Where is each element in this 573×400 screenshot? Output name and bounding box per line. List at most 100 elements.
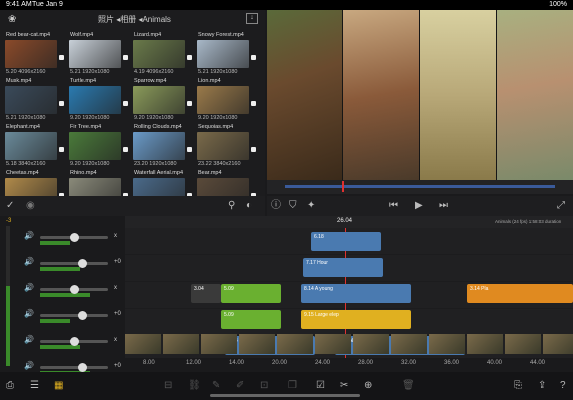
clip-thumbnail [197, 178, 249, 196]
speaker-icon[interactable]: 🔊 [24, 284, 34, 292]
checkmark-icon[interactable]: ✓ [6, 201, 14, 211]
clip-checkbox[interactable] [187, 147, 192, 152]
clip-checkbox[interactable] [123, 147, 128, 152]
skip-back-icon[interactable]: ⏮ [389, 201, 398, 211]
clip-tile[interactable]: Lizard.mp4 4.19 4096x2160 [132, 32, 194, 78]
trash-icon[interactable]: 🗑 [402, 381, 415, 391]
volume-slider[interactable] [40, 262, 108, 265]
clip-checkbox[interactable] [59, 55, 64, 60]
clip-tile[interactable]: Musk.mp4 5.21 1920x1080 [4, 78, 66, 124]
timeline-clip[interactable]: 5.09 [221, 284, 281, 303]
clip-tile[interactable]: Bear.mp4 [196, 170, 258, 196]
volume-slider[interactable] [40, 366, 108, 369]
media-browser: ❀ 照片 ◂相册 ◂Animals ↓ Red bear-cat.mp4 5.20… [0, 10, 265, 196]
speaker-icon[interactable]: 🔊 [24, 232, 34, 240]
pencil-icon[interactable]: ✐ [236, 381, 244, 391]
grid-icon[interactable]: ▦ [54, 381, 63, 391]
clip-checkbox[interactable] [59, 147, 64, 152]
filmstrip-frame [543, 334, 573, 354]
breadcrumb[interactable]: 照片 ◂相册 ◂Animals [98, 14, 171, 25]
play-icon[interactable]: ▶ [415, 201, 423, 211]
share-icon[interactable]: ⇪ [538, 381, 546, 391]
track-level: +0 [114, 311, 121, 317]
import-icon[interactable]: ↓ [246, 13, 258, 24]
speaker-icon[interactable]: 🔊 [24, 362, 34, 370]
volume-knob[interactable] [70, 233, 79, 242]
fullscreen-icon[interactable]: ⤢ [557, 201, 565, 211]
copy-icon[interactable]: ❐ [288, 381, 297, 391]
clip-checkbox[interactable] [123, 55, 128, 60]
checkbox-icon[interactable]: ☑ [316, 381, 325, 391]
viewer-panel-lynx [497, 10, 573, 180]
volume-knob[interactable] [70, 337, 79, 346]
volume-slider[interactable] [40, 314, 108, 317]
clip-tile[interactable]: Rolling Clouds.mp4 23.20 1920x1080 [132, 124, 194, 170]
timeline-clip[interactable]: 5.09 [221, 310, 281, 329]
volume-knob[interactable] [70, 285, 79, 294]
clip-tile[interactable]: Lion.mp4 9.20 1920x1080 [196, 78, 258, 124]
clip-tile[interactable]: Turtle.mp4 9.20 1920x1080 [68, 78, 130, 124]
pen-icon[interactable]: ✎ [212, 381, 220, 391]
clip-name: Red bear-cat.mp4 [6, 32, 51, 38]
clip-name: Elephant.mp4 [6, 124, 40, 130]
volume-knob[interactable] [78, 363, 87, 372]
clip-checkbox[interactable] [123, 101, 128, 106]
timeline-clip[interactable]: 8.14 A young [301, 284, 411, 303]
timeline-ruler[interactable]: 26.04 Animals (24 fps) 1:58:03 duration [125, 216, 573, 228]
clip-name: Snowy Forest.mp4 [198, 32, 244, 38]
scissors-icon[interactable]: ✂ [340, 381, 348, 391]
clip-thumbnail [5, 40, 57, 68]
clip-tile[interactable]: Fir Tree.mp4 9.20 1920x1080 [68, 124, 130, 170]
camera-icon[interactable]: ⊡ [260, 381, 268, 391]
track-level: +0 [114, 259, 121, 265]
list-icon[interactable]: ☰ [30, 381, 39, 391]
playhead-marker[interactable] [342, 181, 344, 192]
clip-checkbox[interactable] [251, 55, 256, 60]
clip-thumbnail [5, 132, 57, 160]
browser-header: ❀ 照片 ◂相册 ◂Animals ↓ [0, 10, 265, 30]
clip-tile[interactable]: Snowy Forest.mp4 5.21 1920x1080 [196, 32, 258, 78]
settings-icon[interactable]: ❀ [8, 14, 16, 25]
clip-tile[interactable]: Elephant.mp4 5.18 3840x2160 [4, 124, 66, 170]
clip-tile[interactable]: Cheetas.mp4 [4, 170, 66, 196]
add-marker-icon[interactable]: ✦ [307, 201, 315, 211]
clip-tile[interactable]: Wolf.mp4 5.21 1920x1080 [68, 32, 130, 78]
timeline-clip[interactable]: 7.17 Hour [303, 258, 383, 277]
skip-forward-icon[interactable]: ⏭ [439, 201, 448, 211]
clip-checkbox[interactable] [187, 55, 192, 60]
shield-icon[interactable]: ⛉ [289, 201, 297, 211]
export-icon[interactable]: ⎙ [6, 381, 14, 391]
status-bar: 9:41 AM Tue Jan 9 100% [0, 0, 573, 10]
volume-knob[interactable] [78, 259, 87, 268]
clip-checkbox[interactable] [59, 101, 64, 106]
volume-knob[interactable] [78, 311, 87, 320]
viewer-panel-bird [420, 10, 496, 180]
timeline-clip[interactable]: 6.18 [311, 232, 381, 251]
info-icon[interactable]: ⓘ [271, 201, 281, 211]
help-icon[interactable]: ? [560, 381, 566, 391]
clip-tile[interactable]: Sparrow.mp4 9.20 1920x1080 [132, 78, 194, 124]
timeline-clip[interactable]: 9.15 Large elep [301, 310, 411, 329]
clip-tile[interactable]: Rhino.mp4 [68, 170, 130, 196]
scrub-bar[interactable] [267, 180, 573, 194]
timeline[interactable]: 6.18 7.17 Hour 3.04 5.09 8.14 A young 3.14 Pl… [125, 228, 573, 360]
video-viewer[interactable] [267, 10, 573, 180]
add-icon[interactable]: ⊕ [364, 381, 372, 391]
speaker-icon[interactable]: 🔊 [24, 258, 34, 266]
split-icon[interactable]: ⊟ [164, 381, 172, 391]
clip-checkbox[interactable] [187, 101, 192, 106]
speaker-icon[interactable]: 🔊 [24, 310, 34, 318]
clipboard-icon[interactable]: ⎘ [514, 381, 522, 391]
search-icon[interactable]: ⚲ [228, 201, 235, 211]
clip-checkbox[interactable] [251, 147, 256, 152]
clip-tile[interactable]: Waterfall Aerial.mp4 [132, 170, 194, 196]
sort-icon[interactable]: ◐ [246, 201, 252, 211]
timeline-clip[interactable]: 3.04 [191, 284, 221, 303]
timeline-clip[interactable]: 3.14 Pla [467, 284, 573, 303]
clip-tile[interactable]: Sequoias.mp4 23.22 3840x2160 [196, 124, 258, 170]
clip-tile[interactable]: Red bear-cat.mp4 5.20 4096x2160 [4, 32, 66, 78]
link-icon[interactable]: ⛓ [188, 381, 201, 391]
record-icon[interactable]: ◉ [26, 201, 35, 211]
speaker-icon[interactable]: 🔊 [24, 336, 34, 344]
clip-checkbox[interactable] [251, 101, 256, 106]
